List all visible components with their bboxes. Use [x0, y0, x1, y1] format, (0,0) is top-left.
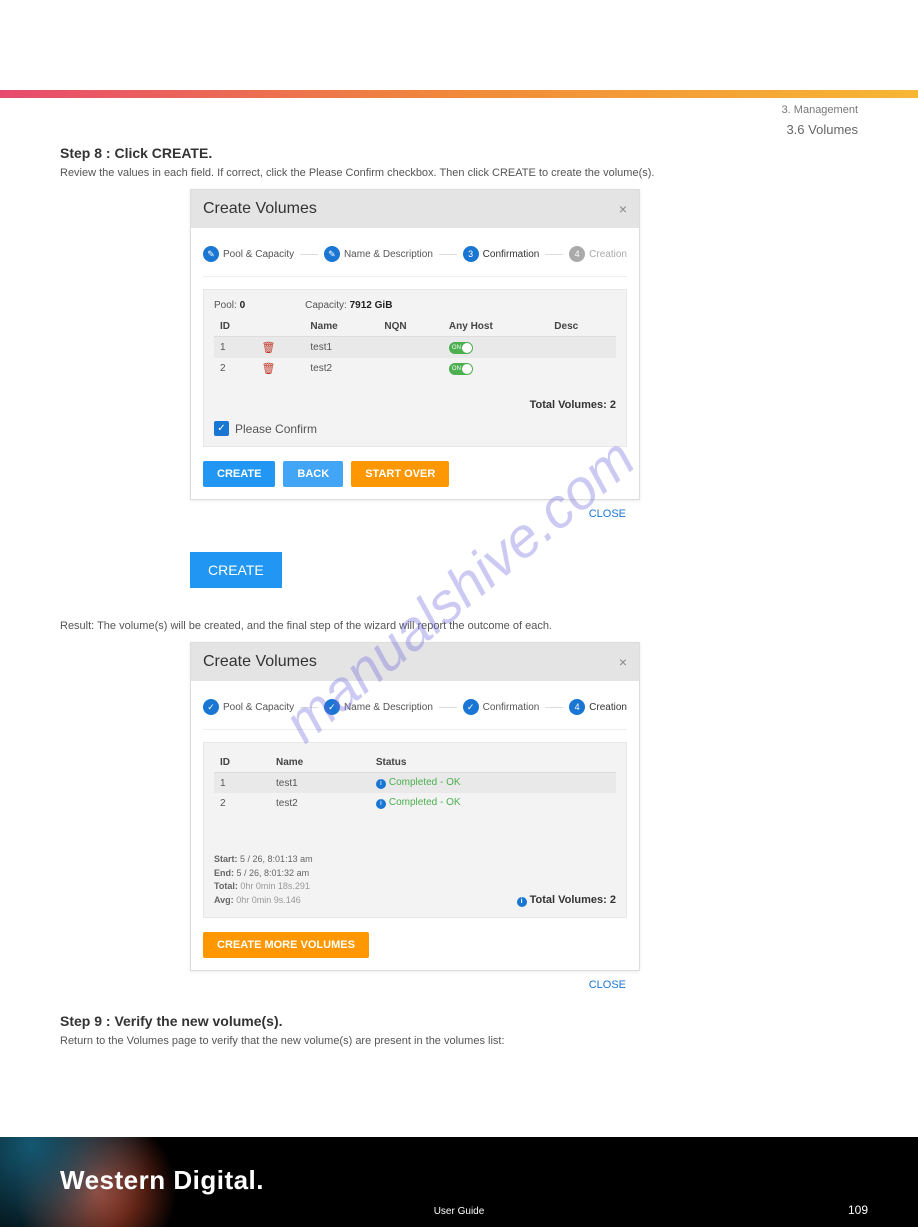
info-icon: i: [376, 799, 386, 809]
create-volumes-dialog-confirmation: Create Volumes × ✎ Pool & Capacity ✎ Name …: [190, 189, 640, 500]
create-volumes-dialog-creation: Create Volumes × ✓ Pool & Capacity ✓ Name …: [190, 642, 640, 971]
table-row: 2 test2 iCompleted - OK: [214, 793, 616, 813]
pool-label: Pool:: [214, 300, 237, 311]
step8-body: Review the values in each field. If corr…: [60, 167, 858, 179]
step9-body: Return to the Volumes page to verify tha…: [60, 1035, 858, 1047]
capacity-label: Capacity:: [305, 300, 347, 311]
dialog-title: Create Volumes: [203, 653, 317, 671]
volumes-preview-table: ID Name NQN Any Host Desc 1 🗑 test1: [214, 317, 616, 379]
step-4-icon: 4: [569, 699, 585, 715]
pencil-icon: ✎: [203, 246, 219, 262]
col-nqn: NQN: [378, 317, 443, 337]
col-id: ID: [214, 753, 270, 773]
create-button[interactable]: CREATE: [203, 461, 275, 487]
create-more-volumes-button[interactable]: CREATE MORE VOLUMES: [203, 932, 369, 958]
close-icon[interactable]: ×: [619, 654, 627, 670]
info-icon: i: [376, 779, 386, 789]
table-row: 1 test1 iCompleted - OK: [214, 773, 616, 794]
col-status: Status: [370, 753, 616, 773]
total-volumes: Total Volumes: 2: [214, 399, 616, 411]
status-ok: Completed - OK: [389, 777, 461, 788]
step-pool-capacity: Pool & Capacity: [223, 702, 294, 713]
footer-doc-title: User Guide: [434, 1206, 485, 1217]
pool-value: 0: [240, 300, 246, 311]
check-icon: ✓: [203, 699, 219, 715]
timing-block: Start: 5 / 26, 8:01:13 am End: 5 / 26, 8…: [214, 853, 313, 907]
step-creation: Creation: [589, 249, 627, 260]
confirm-label: Please Confirm: [235, 422, 317, 436]
start-over-button[interactable]: START OVER: [351, 461, 449, 487]
close-link[interactable]: CLOSE: [589, 979, 640, 991]
col-anyhost: Any Host: [443, 317, 548, 337]
page-number: 109: [848, 1203, 868, 1217]
anyhost-toggle[interactable]: ON: [449, 363, 473, 375]
step9-heading: Step 9 : Verify the new volume(s).: [60, 1013, 858, 1029]
section-label: 3.6 Volumes: [0, 122, 858, 137]
wizard-stepper: ✎ Pool & Capacity ✎ Name & Description 3 Co…: [203, 240, 627, 277]
header-gradient: [0, 90, 918, 98]
step-creation: Creation: [589, 702, 627, 713]
col-id: ID: [214, 317, 255, 337]
confirm-checkbox[interactable]: ✓: [214, 421, 229, 436]
chapter-label: 3. Management: [0, 104, 858, 116]
col-desc: Desc: [548, 317, 616, 337]
col-name: Name: [304, 317, 378, 337]
step-3-icon: 3: [463, 246, 479, 262]
check-icon: ✓: [324, 699, 340, 715]
close-icon[interactable]: ×: [619, 201, 627, 217]
brand-logo: Western Digital.: [60, 1165, 264, 1196]
step-pool-capacity: Pool & Capacity: [223, 249, 294, 260]
back-button[interactable]: BACK: [283, 461, 343, 487]
trash-icon[interactable]: 🗑: [261, 363, 275, 375]
creation-panel: ID Name Status 1 test1 iCompleted - OK 2…: [203, 742, 627, 918]
table-row: 1 🗑 test1 ON: [214, 337, 616, 359]
step-name-desc: Name & Description: [344, 249, 433, 260]
check-icon: ✓: [463, 699, 479, 715]
dialog-title: Create Volumes: [203, 200, 317, 218]
table-row: 2 🗑 test2 ON: [214, 358, 616, 379]
step8-heading: Step 8 : Click CREATE.: [60, 145, 858, 161]
pencil-icon: ✎: [324, 246, 340, 262]
step-confirmation: Confirmation: [483, 249, 540, 260]
step-confirmation: Confirmation: [483, 702, 540, 713]
close-link[interactable]: CLOSE: [589, 508, 640, 520]
status-ok: Completed - OK: [389, 797, 461, 808]
chapter-bar: 3. Management 3.6 Volumes: [0, 98, 918, 137]
confirmation-panel: Pool: 0 Capacity: 7912 GiB ID Name NQN A…: [203, 289, 627, 447]
wizard-stepper: ✓ Pool & Capacity ✓ Name & Description ✓ Co…: [203, 693, 627, 730]
info-icon: i: [517, 897, 527, 907]
volumes-result-table: ID Name Status 1 test1 iCompleted - OK 2…: [214, 753, 616, 813]
anyhost-toggle[interactable]: ON: [449, 342, 473, 354]
trash-icon[interactable]: 🗑: [261, 342, 275, 354]
col-name: Name: [270, 753, 370, 773]
total-volumes: Total Volumes: 2: [530, 894, 616, 906]
step-name-desc: Name & Description: [344, 702, 433, 713]
step-4-icon: 4: [569, 246, 585, 262]
result-text: Result: The volume(s) will be created, a…: [60, 620, 858, 632]
capacity-value: 7912 GiB: [350, 300, 393, 311]
page-footer: Western Digital. User Guide 109: [0, 1137, 918, 1227]
create-button-highlight[interactable]: CREATE: [190, 552, 282, 588]
